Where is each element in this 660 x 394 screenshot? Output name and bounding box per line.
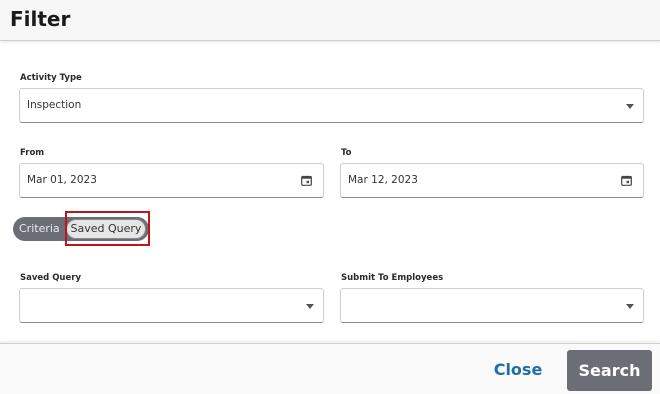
chevron-down-icon <box>626 104 634 109</box>
activity-type-value: Inspection <box>27 99 82 111</box>
toggle-option-saved-query[interactable]: Saved Query <box>66 219 146 239</box>
close-button[interactable]: Close <box>492 359 544 381</box>
activity-type-select[interactable]: Inspection <box>19 88 644 123</box>
dialog-title: Filter <box>10 7 71 31</box>
mode-toggle: Criteria Saved Query <box>13 217 149 241</box>
calendar-icon[interactable] <box>621 175 632 186</box>
to-label: To <box>341 148 352 158</box>
to-date-value: Mar 12, 2023 <box>348 174 418 186</box>
toggle-option-criteria[interactable]: Criteria <box>19 222 60 235</box>
chevron-down-icon <box>306 304 314 309</box>
submit-to-employees-select[interactable] <box>340 288 644 323</box>
dialog-header: Filter <box>0 0 660 41</box>
saved-query-select[interactable] <box>19 288 324 323</box>
calendar-icon[interactable] <box>301 175 312 186</box>
chevron-down-icon <box>626 304 634 309</box>
from-label: From <box>20 148 45 158</box>
to-date-field[interactable]: Mar 12, 2023 <box>340 163 644 198</box>
submit-to-employees-label: Submit To Employees <box>341 273 444 283</box>
from-date-value: Mar 01, 2023 <box>27 174 97 186</box>
activity-type-label: Activity Type <box>20 73 82 83</box>
from-date-field[interactable]: Mar 01, 2023 <box>19 163 324 198</box>
saved-query-label: Saved Query <box>20 273 81 283</box>
dialog-footer <box>0 343 660 394</box>
search-button[interactable]: Search <box>567 350 652 391</box>
